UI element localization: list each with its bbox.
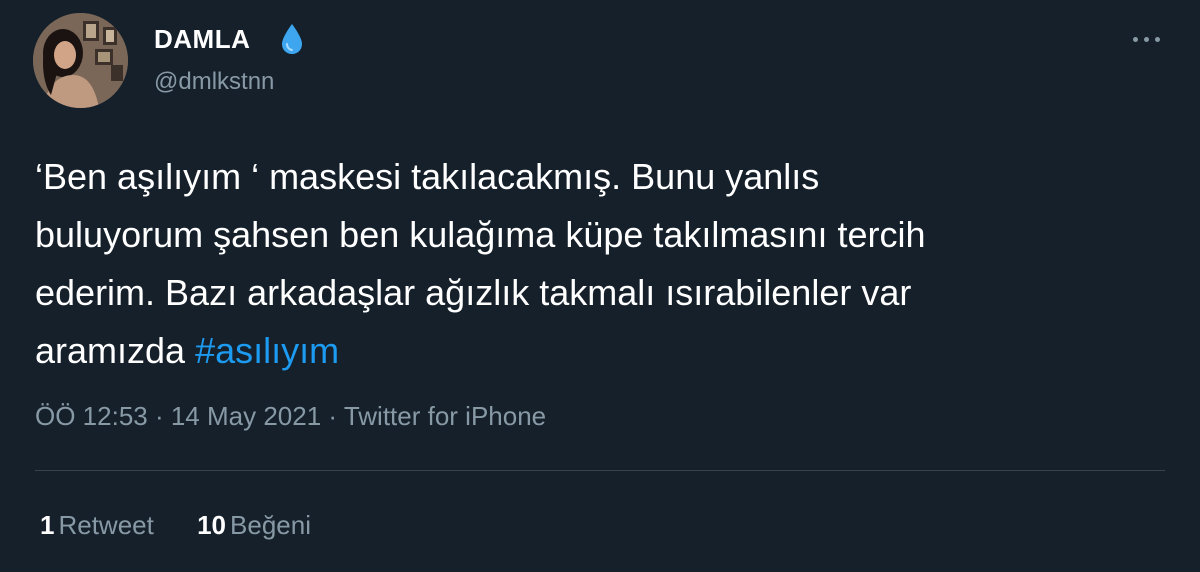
hashtag-link[interactable]: #asılıyım: [195, 330, 339, 371]
retweets-stat[interactable]: 1 Retweet: [40, 510, 154, 541]
more-options-button[interactable]: [1124, 20, 1168, 56]
avatar-photo: [33, 13, 128, 108]
retweets-label: Retweet: [58, 510, 154, 540]
avatar[interactable]: [33, 13, 128, 108]
meta-separator: ·: [147, 401, 171, 431]
tweet-line: ‘Ben aşılıyım ‘ maskesi takılacakmış. Bu…: [35, 156, 820, 197]
more-dot-icon: [1155, 37, 1160, 42]
tweet-line: aramızda #asılıyım: [35, 322, 1175, 380]
divider: [35, 470, 1165, 471]
tweet-stats: 1 Retweet 10 Beğeni: [40, 510, 347, 541]
tweet-source[interactable]: Twitter for iPhone: [344, 401, 546, 431]
likes-stat[interactable]: 10 Beğeni: [197, 510, 311, 541]
likes-count: 10: [197, 510, 227, 540]
tweet-date[interactable]: 14 May 2021: [171, 401, 321, 431]
meta-separator: ·: [321, 401, 344, 431]
user-handle[interactable]: @dmlkstnn: [154, 68, 274, 96]
tweet-meta: ÖÖ 12:53 · 14 May 2021 · Twitter for iPh…: [35, 401, 546, 432]
retweets-count: 1: [40, 510, 55, 540]
more-dot-icon: [1144, 37, 1149, 42]
tweet-time[interactable]: ÖÖ 12:53: [35, 401, 148, 431]
likes-label: Beğeni: [230, 510, 311, 540]
tweet-line: ederim. Bazı arkadaşlar ağızlık takmalı …: [35, 272, 912, 313]
tweet-card: DAMLA @dmlkstnn ‘Ben aşılıyım ‘ maskesi …: [0, 0, 1200, 572]
tweet-line-text: aramızda: [35, 330, 196, 371]
tweet-text: ‘Ben aşılıyım ‘ maskesi takılacakmış. Bu…: [35, 148, 1175, 380]
tweet-line: buluyorum şahsen ben kulağıma küpe takıl…: [35, 214, 926, 255]
more-dot-icon: [1133, 37, 1138, 42]
droplet-icon: [282, 24, 302, 54]
display-name[interactable]: DAMLA: [154, 24, 250, 55]
